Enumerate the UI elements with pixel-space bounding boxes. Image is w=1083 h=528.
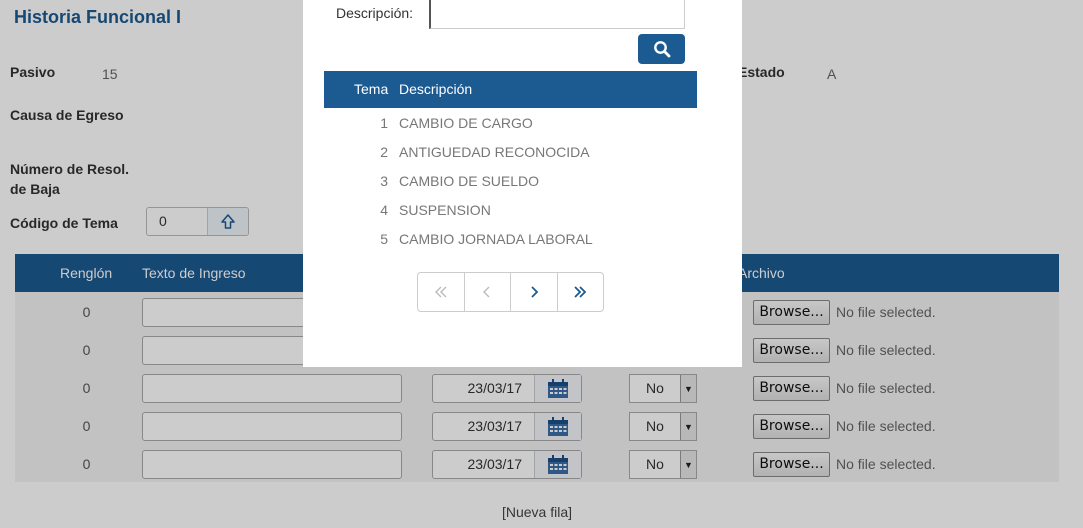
- tema-table-header: Tema Descripción: [324, 71, 697, 108]
- search-button[interactable]: [638, 34, 685, 64]
- first-page-button[interactable]: [418, 273, 465, 311]
- descripcion-input[interactable]: [429, 0, 685, 29]
- chevron-left-icon: [483, 286, 490, 298]
- tema-row[interactable]: 4 SUSPENSION: [324, 196, 697, 225]
- chevron-right-icon: [531, 286, 539, 298]
- tema-row[interactable]: 3 CAMBIO DE SUELDO: [324, 167, 697, 196]
- next-page-button[interactable]: [511, 273, 558, 311]
- descripcion-label: Descripción:: [336, 5, 414, 21]
- tema-number: 1: [380, 115, 388, 131]
- tema-description[interactable]: ANTIGUEDAD RECONOCIDA: [399, 138, 590, 167]
- double-chevron-right-icon: [574, 286, 587, 298]
- tema-number: 3: [380, 173, 388, 189]
- tema-row[interactable]: 5 CAMBIO JORNADA LABORAL: [324, 225, 697, 254]
- tema-description[interactable]: CAMBIO DE CARGO: [399, 109, 533, 138]
- descripcion-column-header: Descripción: [399, 81, 473, 97]
- tema-number: 2: [380, 144, 388, 160]
- tema-description[interactable]: CAMBIO DE SUELDO: [399, 167, 539, 196]
- tema-selection-dialog: Descripción: Tema Descripción 1 CAMBIO D…: [303, 0, 742, 367]
- double-chevron-left-icon: [434, 286, 447, 298]
- tema-description[interactable]: CAMBIO JORNADA LABORAL: [399, 225, 593, 254]
- tema-column-header: Tema: [354, 81, 389, 97]
- pagination: [417, 272, 604, 312]
- last-page-button[interactable]: [558, 273, 604, 311]
- previous-page-button[interactable]: [465, 273, 511, 311]
- tema-number: 5: [380, 231, 388, 247]
- tema-row[interactable]: 1 CAMBIO DE CARGO: [324, 109, 697, 138]
- tema-row[interactable]: 2 ANTIGUEDAD RECONOCIDA: [324, 138, 697, 167]
- tema-number: 4: [380, 202, 388, 218]
- tema-description[interactable]: SUSPENSION: [399, 196, 491, 225]
- search-icon: [653, 41, 670, 58]
